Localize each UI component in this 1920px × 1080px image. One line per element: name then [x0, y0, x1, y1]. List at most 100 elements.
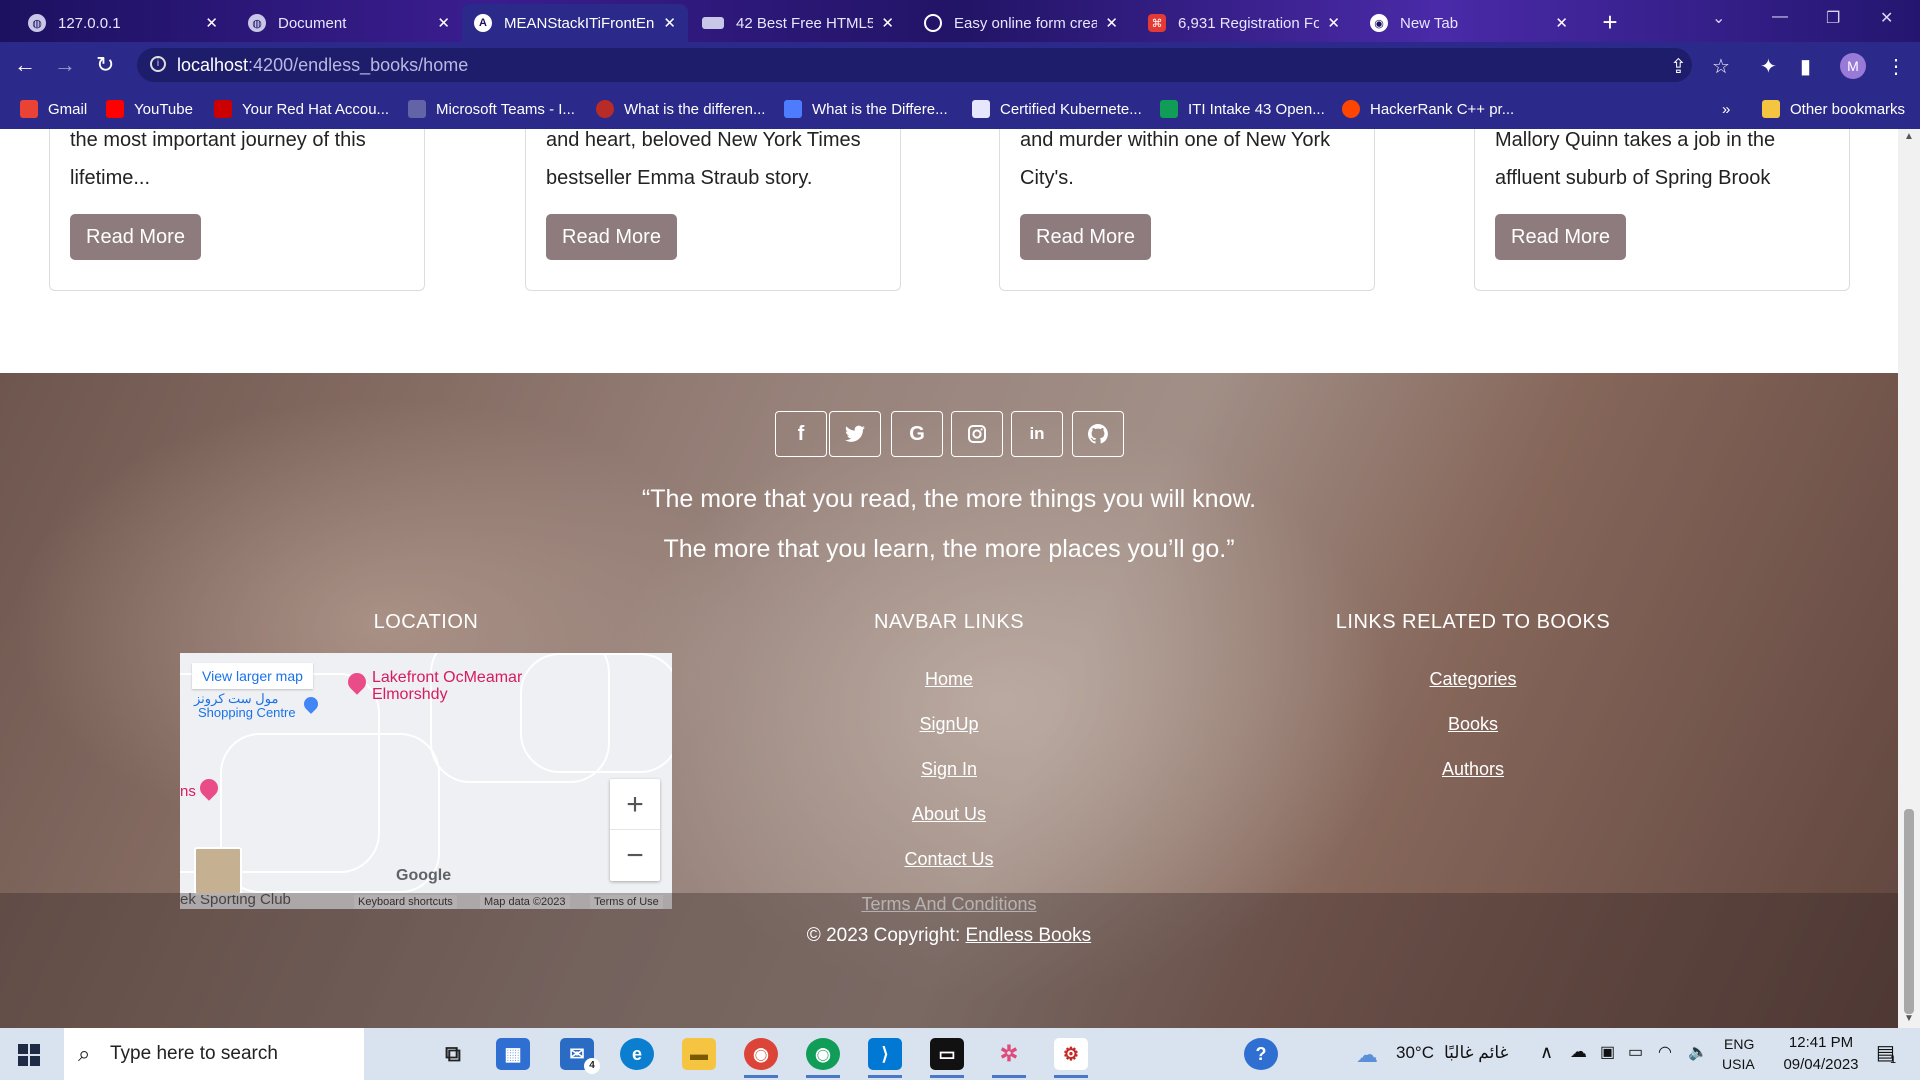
- footer-link-authors[interactable]: Authors: [1323, 759, 1623, 780]
- new-tab-button[interactable]: +: [1596, 9, 1624, 37]
- footer-link-books[interactable]: Books: [1323, 714, 1623, 735]
- vscode-icon[interactable]: ⟩: [868, 1038, 902, 1078]
- instagram-icon[interactable]: [951, 411, 1003, 457]
- bookmark-item[interactable]: ITI Intake 43 Open...: [1160, 95, 1325, 123]
- map-place-label[interactable]: Lakefront OcMeamar Elmorshdy: [372, 669, 572, 703]
- network-app-icon[interactable]: ✲: [992, 1038, 1026, 1078]
- restore-icon[interactable]: ❐: [1826, 8, 1840, 28]
- linkedin-icon[interactable]: in: [1011, 411, 1063, 457]
- bookmark-star-icon[interactable]: ☆: [1712, 54, 1730, 79]
- reload-icon[interactable]: ↻: [96, 52, 114, 78]
- close-tab-icon[interactable]: ✕: [1327, 14, 1340, 32]
- bookmark-item[interactable]: YouTube: [106, 95, 193, 123]
- browser-tab[interactable]: ⌘ 6,931 Registration Fo ✕: [1136, 4, 1352, 42]
- terminal-icon[interactable]: ▭: [930, 1038, 964, 1078]
- bookmark-label: YouTube: [134, 100, 193, 118]
- clock-time[interactable]: 12:41 PM: [1776, 1034, 1866, 1051]
- twitter-icon[interactable]: [829, 411, 881, 457]
- weather-icon[interactable]: ☁: [1356, 1042, 1378, 1068]
- taskbar-search[interactable]: ⌕ Type here to search: [64, 1028, 364, 1080]
- windows-start-icon[interactable]: [18, 1044, 40, 1066]
- github-icon[interactable]: [1072, 411, 1124, 457]
- read-more-button[interactable]: Read More: [546, 214, 677, 260]
- app-icon[interactable]: ⚙: [1054, 1038, 1088, 1078]
- store-icon[interactable]: ▦: [496, 1038, 530, 1070]
- minimize-icon[interactable]: —: [1772, 8, 1788, 26]
- bookmarks-overflow-icon[interactable]: »: [1722, 95, 1730, 123]
- keyboard-layout[interactable]: USIA: [1722, 1056, 1755, 1072]
- close-tab-icon[interactable]: ✕: [663, 14, 676, 32]
- tab-search-icon[interactable]: ⌄: [1712, 8, 1725, 28]
- file-explorer-icon[interactable]: ▬: [682, 1038, 716, 1070]
- close-tab-icon[interactable]: ✕: [437, 14, 450, 32]
- browser-tab[interactable]: ◍ 127.0.0.1 ✕: [16, 4, 230, 42]
- menu-icon[interactable]: ⋮: [1886, 54, 1906, 79]
- battery-icon[interactable]: ▭: [1628, 1042, 1643, 1062]
- close-window-icon[interactable]: ✕: [1880, 8, 1893, 28]
- scroll-up-icon[interactable]: ▲: [1904, 131, 1914, 142]
- chrome-profile-icon[interactable]: ◉: [806, 1038, 840, 1078]
- language-indicator[interactable]: ENG: [1724, 1036, 1754, 1052]
- back-icon[interactable]: ←: [14, 52, 36, 78]
- footer-link-signup[interactable]: SignUp: [799, 714, 1099, 735]
- google-icon[interactable]: G: [891, 411, 943, 457]
- weather-temp[interactable]: 30°C: [1396, 1043, 1434, 1063]
- read-more-button[interactable]: Read More: [1020, 214, 1151, 260]
- close-tab-icon[interactable]: ✕: [881, 14, 894, 32]
- bookmark-item[interactable]: Gmail: [20, 95, 87, 123]
- browser-tab[interactable]: ◍ Document ✕: [236, 4, 462, 42]
- copyright-link[interactable]: Endless Books: [966, 925, 1092, 946]
- address-bar[interactable]: i localhost:4200/endless_books/home: [137, 48, 1692, 82]
- wifi-icon[interactable]: ◠: [1658, 1042, 1672, 1062]
- share-icon[interactable]: ⇪: [1670, 54, 1687, 79]
- close-tab-icon[interactable]: ✕: [205, 14, 218, 32]
- bookmark-item[interactable]: Your Red Hat Accou...: [214, 95, 389, 123]
- clock-date[interactable]: 09/04/2023: [1776, 1056, 1866, 1073]
- help-icon[interactable]: ?: [1244, 1038, 1278, 1070]
- onedrive-icon[interactable]: ☁: [1570, 1042, 1587, 1062]
- embedded-map[interactable]: View larger map Lakefront OcMeamar Elmor…: [180, 653, 672, 909]
- view-larger-map-link[interactable]: View larger map: [192, 663, 313, 689]
- browser-tab[interactable]: Easy online form crea ✕: [912, 4, 1130, 42]
- side-panel-icon[interactable]: ▮: [1800, 54, 1811, 79]
- browser-tab[interactable]: 42 Best Free HTML5 A ✕: [690, 4, 906, 42]
- weather-desc[interactable]: غائم غالبًا: [1444, 1043, 1508, 1063]
- device-icon[interactable]: ▣: [1600, 1042, 1615, 1062]
- browser-tab[interactable]: ◉ New Tab ✕: [1358, 4, 1580, 42]
- mail-icon[interactable]: ✉ 4: [560, 1038, 600, 1074]
- bookmark-label: What is the differen...: [624, 100, 766, 118]
- forward-icon[interactable]: →: [54, 52, 76, 78]
- edge-icon[interactable]: e: [620, 1038, 654, 1070]
- close-tab-icon[interactable]: ✕: [1105, 14, 1118, 32]
- close-tab-icon[interactable]: ✕: [1555, 14, 1568, 32]
- tray-chevron-icon[interactable]: ∧: [1540, 1042, 1553, 1063]
- chrome-icon[interactable]: ◉: [744, 1038, 778, 1078]
- kubernetes-icon: [972, 100, 990, 118]
- browser-tab-active[interactable]: A MEANStackITiFrontEn ✕: [462, 4, 688, 42]
- zoom-out-button[interactable]: −: [610, 830, 660, 881]
- read-more-button[interactable]: Read More: [70, 214, 201, 260]
- extensions-icon[interactable]: ✦: [1760, 54, 1777, 79]
- scroll-down-icon[interactable]: ▼: [1904, 1013, 1914, 1024]
- footer-link-categories[interactable]: Categories: [1323, 669, 1623, 690]
- site-info-icon[interactable]: i: [150, 56, 166, 72]
- scrollbar-thumb[interactable]: [1904, 809, 1914, 1014]
- bookmark-item[interactable]: Microsoft Teams - I...: [408, 95, 575, 123]
- bookmark-item[interactable]: Certified Kubernete...: [972, 95, 1142, 123]
- footer-link-contact[interactable]: Contact Us: [799, 849, 1099, 870]
- footer-link-home[interactable]: Home: [799, 669, 1099, 690]
- page-scrollbar[interactable]: ▲ ▼: [1898, 129, 1920, 1028]
- profile-avatar[interactable]: M: [1840, 53, 1866, 79]
- volume-icon[interactable]: 🔈: [1688, 1042, 1708, 1062]
- satellite-toggle[interactable]: [194, 847, 242, 895]
- zoom-in-button[interactable]: +: [610, 779, 660, 830]
- footer-link-signin[interactable]: Sign In: [799, 759, 1099, 780]
- task-view-icon[interactable]: ⧉: [436, 1038, 470, 1070]
- bookmark-item[interactable]: HackerRank C++ pr...: [1342, 95, 1514, 123]
- footer-link-about[interactable]: About Us: [799, 804, 1099, 825]
- other-bookmarks[interactable]: Other bookmarks: [1762, 95, 1905, 123]
- bookmark-item[interactable]: What is the differen...: [596, 95, 765, 123]
- facebook-icon[interactable]: f: [775, 411, 827, 457]
- bookmark-item[interactable]: What is the Differe...: [784, 95, 948, 123]
- read-more-button[interactable]: Read More: [1495, 214, 1626, 260]
